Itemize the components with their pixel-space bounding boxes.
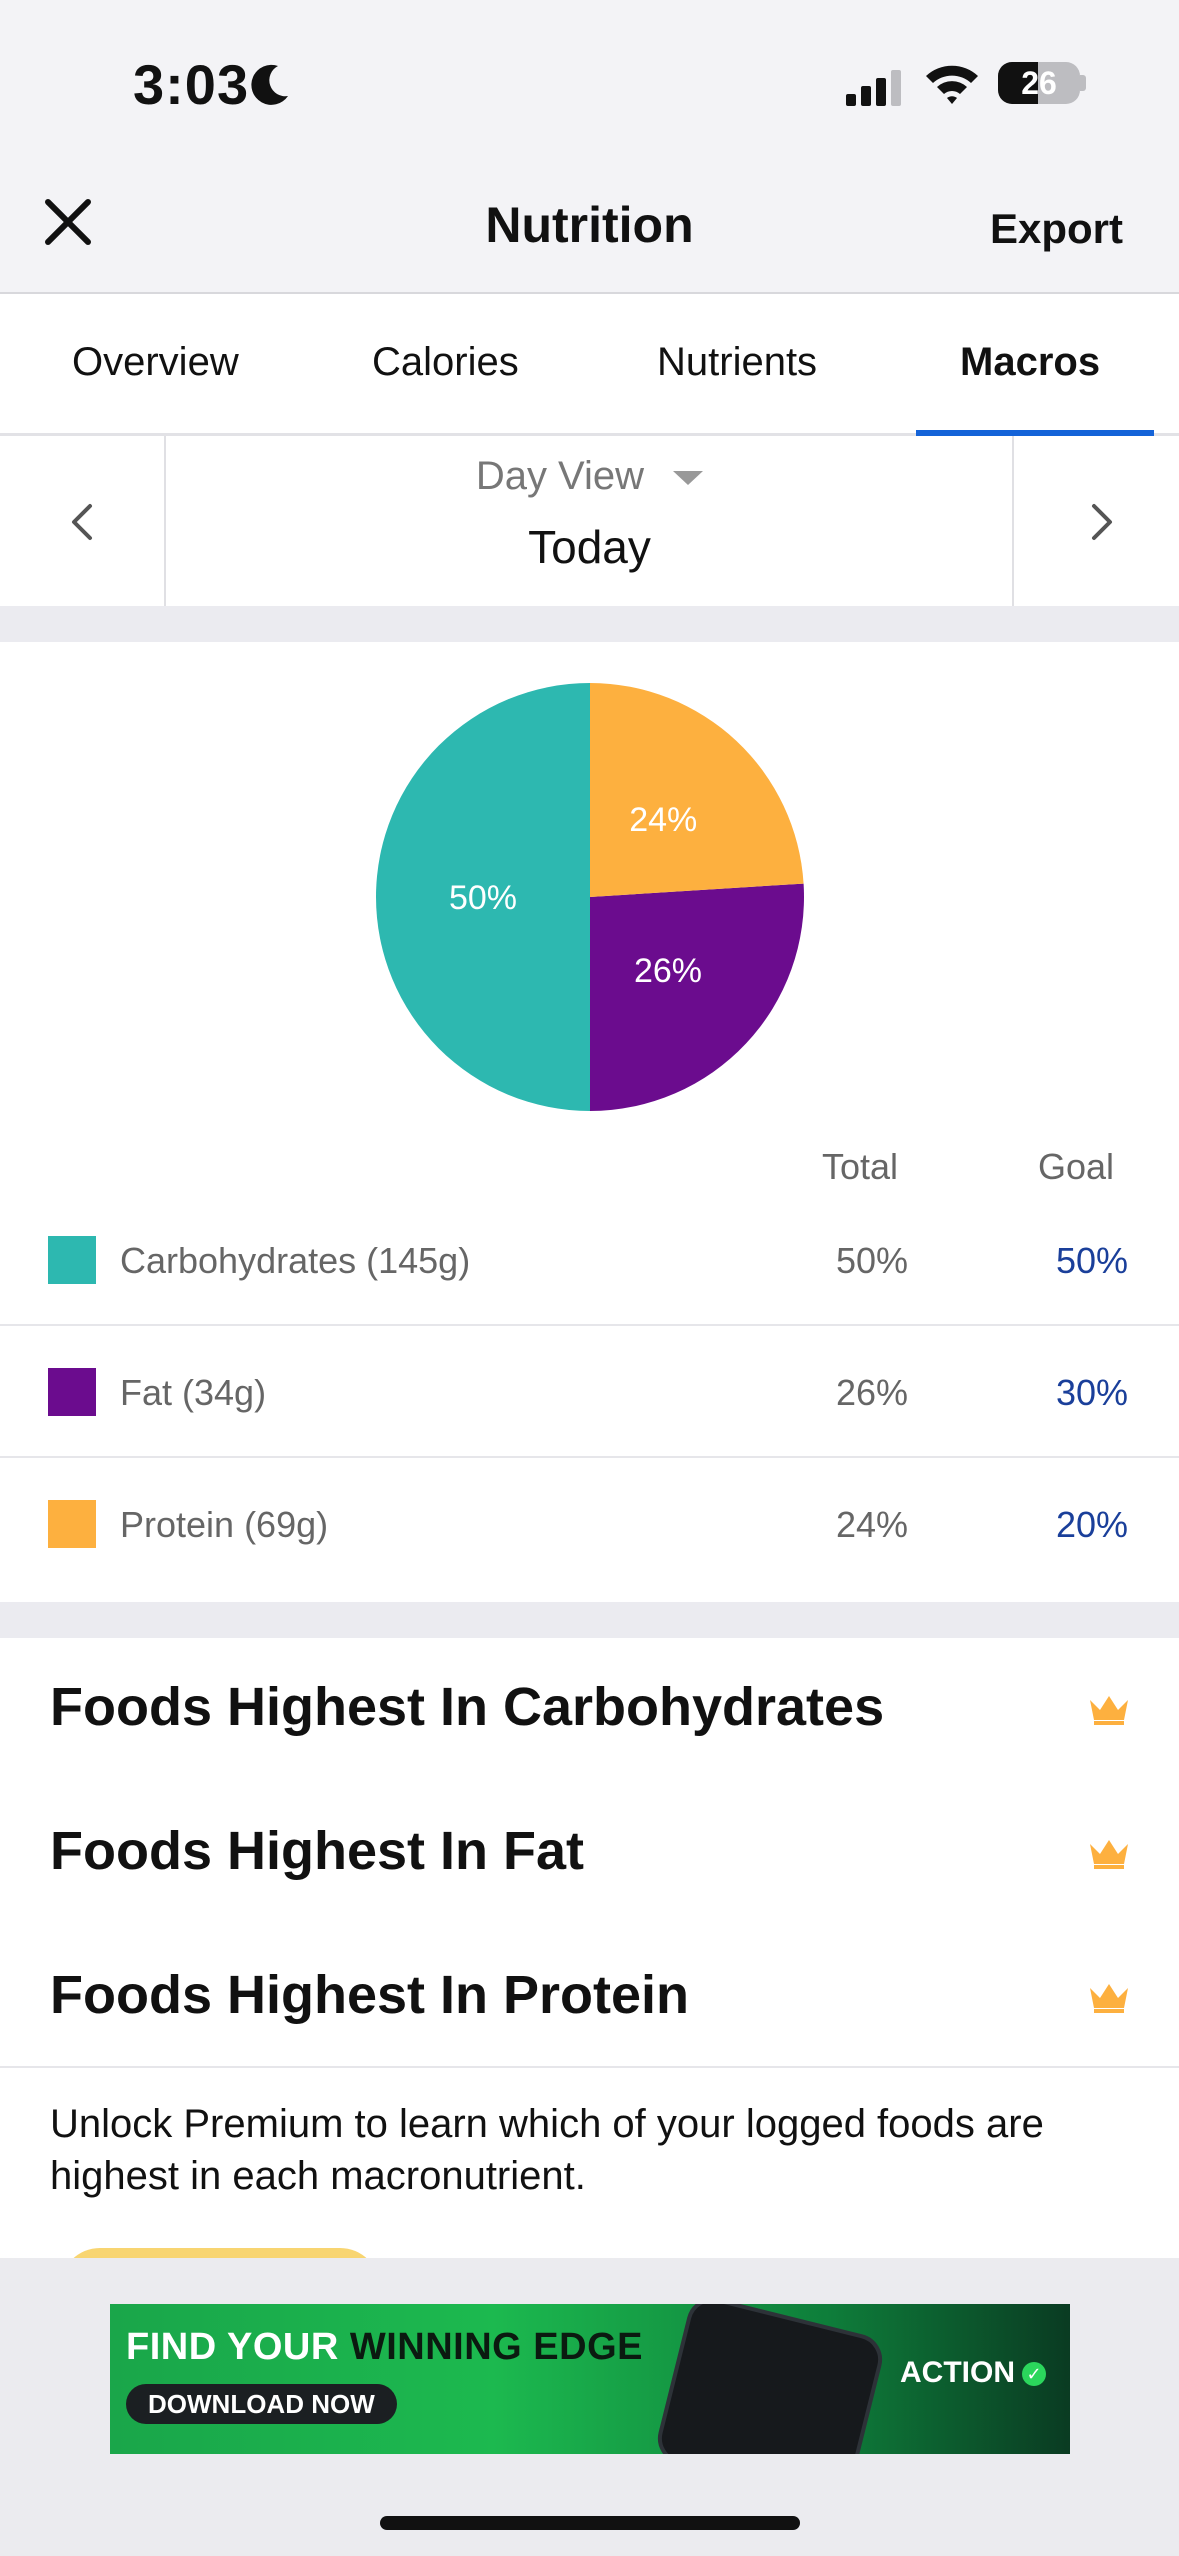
fat-swatch xyxy=(48,1368,96,1416)
day-view-label: Day View xyxy=(475,454,645,498)
home-indicator xyxy=(380,2516,800,2530)
macro-goal[interactable]: 50% xyxy=(1000,1240,1128,1282)
premium-message: Unlock Premium to learn which of your lo… xyxy=(50,2102,1044,2198)
wifi-icon xyxy=(924,62,980,111)
section-divider xyxy=(0,606,1179,642)
macro-row-fat: Fat (34g) 26% 30% xyxy=(0,1326,1179,1458)
date-label: Today xyxy=(528,521,651,573)
status-time: 3:03 xyxy=(133,53,250,116)
macro-total: 50% xyxy=(835,1240,908,1281)
crown-icon xyxy=(1088,1692,1130,1731)
caret-down-icon xyxy=(673,471,704,486)
ad-headline-part1: FIND YOUR xyxy=(126,2326,350,2368)
battery-tip xyxy=(1080,75,1086,91)
foods-highest-protein[interactable]: Foods Highest In Protein xyxy=(50,1964,689,2026)
divider xyxy=(0,2066,1179,2068)
macro-goal[interactable]: 20% xyxy=(1000,1504,1128,1546)
section-divider xyxy=(0,1602,1179,1638)
ad-download-button[interactable]: DOWNLOAD NOW xyxy=(126,2384,397,2424)
moon-icon xyxy=(248,62,292,111)
pie-label-fat: 26% xyxy=(634,952,702,990)
ad-headline-part2: WINNING EDGE xyxy=(349,2326,643,2368)
macro-goal[interactable]: 30% xyxy=(1000,1372,1128,1414)
macro-label: Fat (34g) xyxy=(120,1372,267,1413)
protein-swatch xyxy=(48,1500,96,1548)
battery-level: 26 xyxy=(1021,65,1057,101)
battery-icon: 26 xyxy=(998,62,1080,104)
day-view-dropdown[interactable]: Day View xyxy=(0,454,1179,499)
ad-headline: FIND YOUR WINNING EDGE xyxy=(126,2326,643,2369)
ad-brand: ACTION xyxy=(900,2356,1015,2389)
crown-icon xyxy=(1088,1836,1130,1875)
macro-row-carbohydrates: Carbohydrates (145g) 50% 50% xyxy=(0,1194,1179,1326)
phone-image xyxy=(652,2304,888,2454)
macros-pie-chart: 50% 26% 24% xyxy=(376,683,804,1111)
tab-overview[interactable]: Overview xyxy=(72,340,239,385)
foods-highest-fat[interactable]: Foods Highest In Fat xyxy=(50,1820,584,1882)
pie-slice-fat xyxy=(590,883,804,1111)
macro-total: 24% xyxy=(835,1504,908,1545)
ad-banner[interactable]: FIND YOUR WINNING EDGE DOWNLOAD NOW ACTI… xyxy=(110,2304,1070,2454)
tab-nutrients[interactable]: Nutrients xyxy=(657,340,817,385)
crown-icon xyxy=(1088,1980,1130,2019)
pie-slice-protein xyxy=(590,683,804,897)
foods-highest-carbohydrates[interactable]: Foods Highest In Carbohydrates xyxy=(50,1676,884,1738)
check-icon: ✓ xyxy=(1022,2362,1046,2386)
tab-macros[interactable]: Macros xyxy=(960,340,1100,385)
goal-column-header: Goal xyxy=(1037,1146,1114,1187)
macro-row-protein: Protein (69g) 24% 20% xyxy=(0,1458,1179,1590)
macro-label: Protein (69g) xyxy=(120,1504,329,1545)
macro-label: Carbohydrates (145g) xyxy=(120,1240,471,1281)
pie-label-protein: 24% xyxy=(629,801,697,839)
total-column-header: Total xyxy=(821,1146,898,1187)
tab-calories[interactable]: Calories xyxy=(372,340,519,385)
export-button[interactable]: Export xyxy=(990,205,1123,253)
cellular-signal-icon xyxy=(846,70,902,111)
macro-total: 26% xyxy=(835,1372,908,1413)
carbohydrates-swatch xyxy=(48,1236,96,1284)
pie-label-carbohydrates: 50% xyxy=(449,879,517,917)
